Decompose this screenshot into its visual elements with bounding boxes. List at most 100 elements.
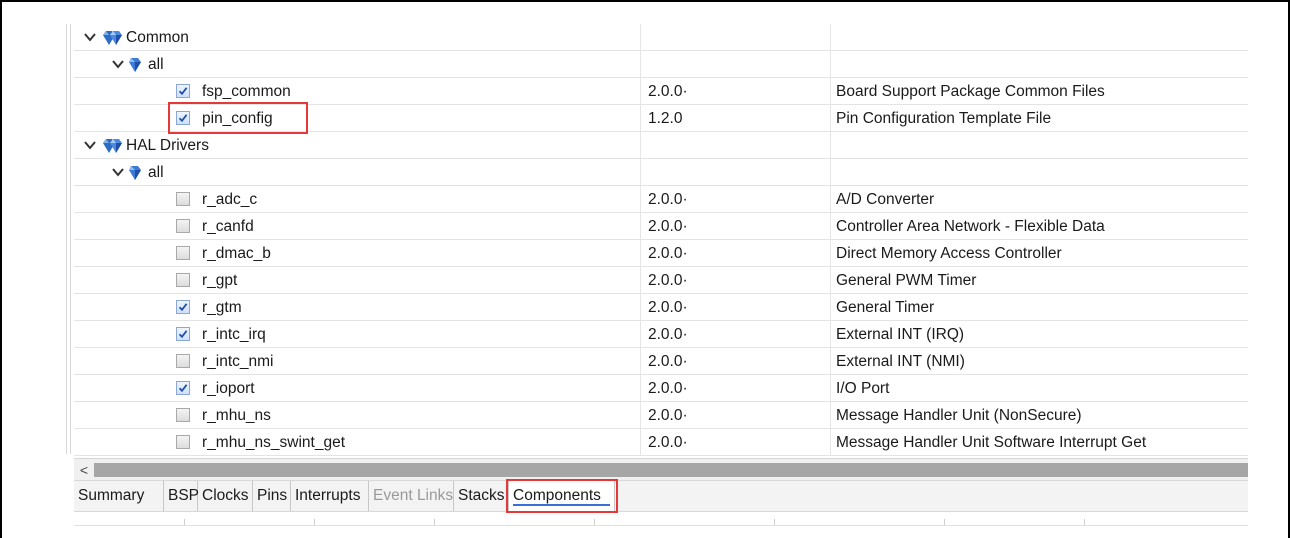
unchecked-checkbox[interactable] bbox=[176, 219, 190, 233]
unchecked-checkbox[interactable] bbox=[176, 408, 190, 422]
column-separator bbox=[830, 24, 831, 51]
chevron-down-icon[interactable] bbox=[84, 132, 98, 159]
unchecked-checkbox[interactable] bbox=[176, 435, 190, 449]
unchecked-checkbox[interactable] bbox=[176, 192, 190, 206]
column-separator bbox=[830, 51, 831, 78]
column-separator bbox=[640, 132, 641, 159]
tab-bsp[interactable]: BSP bbox=[164, 481, 200, 511]
component-name: r_gpt bbox=[202, 272, 238, 289]
column-separator bbox=[830, 267, 831, 294]
tree-row-r_canfd[interactable]: r_canfd 2.0.0· Controller Area Network - F… bbox=[74, 213, 1248, 240]
component-version: 1.2.0 bbox=[648, 110, 683, 127]
tree-row-group[interactable]: HAL Drivers bbox=[74, 132, 1248, 159]
checked-checkbox[interactable] bbox=[176, 327, 190, 341]
component-name: r_gtm bbox=[202, 299, 242, 316]
chevron-down-icon[interactable] bbox=[84, 24, 98, 51]
component-description: Message Handler Unit (NonSecure) bbox=[836, 407, 1082, 424]
component-version: 2.0.0· bbox=[648, 353, 688, 370]
component-name: r_mhu_ns_swint_get bbox=[202, 434, 346, 451]
group-label: HAL Drivers bbox=[126, 137, 209, 154]
column-separator bbox=[640, 159, 641, 186]
tree-row-r_ioport[interactable]: r_ioport 2.0.0· I/O Port bbox=[74, 375, 1248, 402]
tab-clocks[interactable]: Clocks bbox=[198, 481, 253, 511]
tab-event-links: Event Links bbox=[369, 481, 454, 511]
tree-row-group[interactable]: Common bbox=[74, 24, 1248, 51]
tree-row-r_intc_nmi[interactable]: r_intc_nmi 2.0.0· External INT (NMI) bbox=[74, 348, 1248, 375]
tree-row-subgroup[interactable]: all bbox=[74, 51, 1248, 78]
component-description: A/D Converter bbox=[836, 191, 935, 208]
horizontal-scrollbar[interactable]: < bbox=[74, 458, 1248, 481]
checked-checkbox[interactable] bbox=[176, 84, 190, 98]
tree-row-fsp_common[interactable]: fsp_common 2.0.0· Board Support Package Co… bbox=[74, 78, 1248, 105]
tab-interrupts[interactable]: Interrupts bbox=[291, 481, 369, 511]
tree-row-r_gtm[interactable]: r_gtm 2.0.0· General Timer bbox=[74, 294, 1248, 321]
highlight-box bbox=[506, 479, 618, 513]
component-description: Board Support Package Common Files bbox=[836, 83, 1105, 100]
tab-components[interactable]: Components bbox=[506, 479, 618, 513]
column-separator bbox=[830, 375, 831, 402]
column-separator bbox=[640, 348, 641, 375]
tab-label: BSP bbox=[168, 487, 200, 504]
tree-row-r_gpt[interactable]: r_gpt 2.0.0· General PWM Timer bbox=[74, 267, 1248, 294]
subgroup-label: all bbox=[148, 56, 164, 73]
component-group-icon bbox=[102, 138, 124, 154]
tab-summary[interactable]: Summary bbox=[74, 481, 164, 511]
column-separator bbox=[640, 78, 641, 105]
component-description: External INT (IRQ) bbox=[836, 326, 965, 343]
column-separator bbox=[830, 294, 831, 321]
checked-checkbox[interactable] bbox=[176, 381, 190, 395]
component-version: 2.0.0· bbox=[648, 83, 688, 100]
column-separator bbox=[640, 429, 641, 456]
column-separator bbox=[830, 213, 831, 240]
tab-label: Event Links bbox=[373, 487, 454, 504]
column-separator bbox=[640, 375, 641, 402]
column-separator bbox=[830, 78, 831, 105]
bottom-strip bbox=[74, 519, 1248, 526]
column-separator bbox=[830, 186, 831, 213]
component-icon bbox=[128, 165, 150, 181]
unchecked-checkbox[interactable] bbox=[176, 273, 190, 287]
chevron-down-icon[interactable] bbox=[112, 51, 126, 78]
component-version: 2.0.0· bbox=[648, 434, 688, 451]
tab-stacks[interactable]: Stacks bbox=[454, 481, 509, 511]
chevron-down-icon[interactable] bbox=[112, 159, 126, 186]
unchecked-checkbox[interactable] bbox=[176, 246, 190, 260]
column-separator bbox=[640, 294, 641, 321]
column-separator bbox=[830, 240, 831, 267]
component-version: 2.0.0· bbox=[648, 380, 688, 397]
gutter-line bbox=[66, 24, 67, 454]
scrollbar-thumb[interactable] bbox=[94, 463, 1248, 477]
component-name: r_intc_irq bbox=[202, 326, 266, 343]
component-description: Controller Area Network - Flexible Data bbox=[836, 218, 1105, 235]
column-separator bbox=[830, 132, 831, 159]
components-tree: Common all fsp_common 2.0.0· Board Support P… bbox=[74, 24, 1248, 458]
column-separator bbox=[830, 429, 831, 456]
tree-row-subgroup[interactable]: all bbox=[74, 159, 1248, 186]
column-separator bbox=[640, 186, 641, 213]
component-version: 2.0.0· bbox=[648, 299, 688, 316]
component-description: I/O Port bbox=[836, 380, 890, 397]
tree-row-r_dmac_b[interactable]: r_dmac_b 2.0.0· Direct Memory Access Contr… bbox=[74, 240, 1248, 267]
tab-label: Clocks bbox=[202, 487, 249, 504]
component-version: 2.0.0· bbox=[648, 407, 688, 424]
tree-row-r_mhu_ns[interactable]: r_mhu_ns 2.0.0· Message Handler Unit (NonS… bbox=[74, 402, 1248, 429]
tab-pins[interactable]: Pins bbox=[253, 481, 291, 511]
tree-row-r_mhu_ns_swint_get[interactable]: r_mhu_ns_swint_get 2.0.0· Message Handler … bbox=[74, 429, 1248, 456]
tree-row-pin_config[interactable]: pin_config 1.2.0 Pin Configuration Templat… bbox=[74, 102, 1248, 134]
column-separator bbox=[830, 105, 831, 132]
component-icon bbox=[128, 57, 150, 73]
tab-label: Interrupts bbox=[295, 487, 361, 504]
tree-row-r_intc_irq[interactable]: r_intc_irq 2.0.0· External INT (IRQ) bbox=[74, 321, 1248, 348]
tab-label: Stacks bbox=[458, 487, 505, 504]
component-description: Pin Configuration Template File bbox=[836, 110, 1052, 127]
unchecked-checkbox[interactable] bbox=[176, 354, 190, 368]
checked-checkbox[interactable] bbox=[176, 300, 190, 314]
tree-row-r_adc_c[interactable]: r_adc_c 2.0.0· A/D Converter bbox=[74, 186, 1248, 213]
tab-label: Pins bbox=[257, 487, 288, 504]
editor-tab-bar: Summary BSP Clocks Pins Interrupts Event Link… bbox=[74, 479, 1248, 513]
component-description: Direct Memory Access Controller bbox=[836, 245, 1062, 262]
chevron-left-icon[interactable]: < bbox=[74, 459, 94, 481]
component-description: External INT (NMI) bbox=[836, 353, 965, 370]
column-separator bbox=[830, 159, 831, 186]
column-separator bbox=[640, 24, 641, 51]
